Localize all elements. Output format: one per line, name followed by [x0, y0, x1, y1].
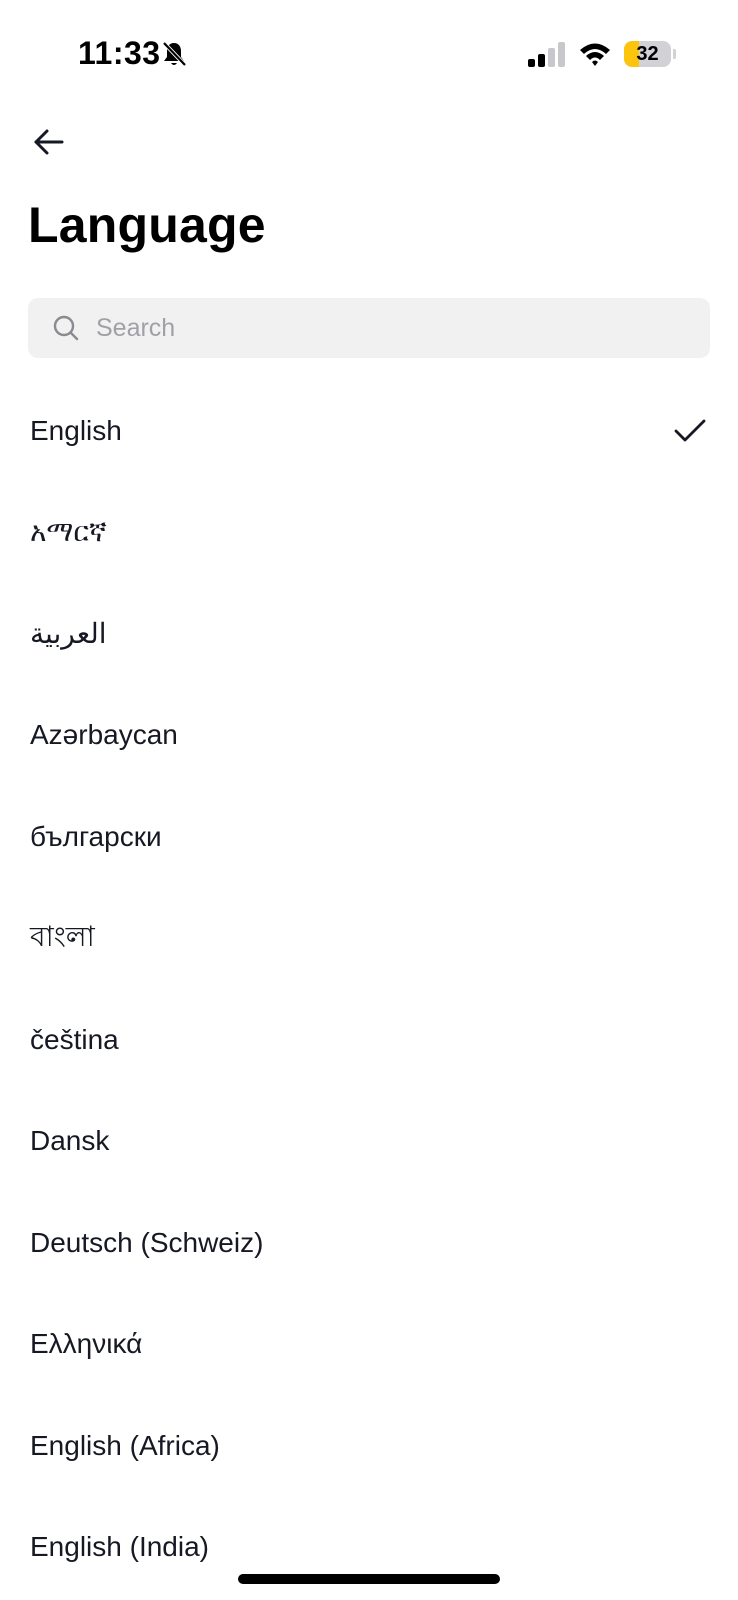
language-item-bengali[interactable]: বাংলা	[0, 888, 738, 990]
language-label: čeština	[30, 1023, 119, 1055]
battery-level: 32	[636, 43, 659, 65]
language-item-swiss-german[interactable]: Deutsch (Schweiz)	[0, 1192, 738, 1294]
search-input[interactable]	[96, 313, 676, 343]
battery-icon: 32	[624, 41, 676, 67]
home-indicator[interactable]	[238, 1574, 500, 1584]
language-label: বাংলা	[30, 920, 95, 952]
language-item-english[interactable]: English	[0, 380, 738, 482]
status-bar: 11:33 32	[0, 0, 738, 100]
language-label: አማርኛ	[30, 515, 107, 547]
page-title: Language	[28, 197, 266, 253]
bell-slash-icon	[162, 41, 187, 67]
wifi-icon	[580, 43, 610, 66]
language-label: English (Africa)	[30, 1429, 220, 1461]
arrow-left-icon	[34, 129, 64, 155]
back-button[interactable]	[26, 120, 70, 164]
search-icon	[53, 315, 79, 341]
language-label: Ελληνικά	[30, 1328, 143, 1360]
language-label: العربية	[30, 618, 107, 650]
search-bar[interactable]	[28, 298, 710, 358]
language-label: English	[30, 414, 122, 446]
language-label: English (India)	[30, 1531, 209, 1563]
language-item-arabic[interactable]: العربية	[0, 583, 738, 685]
language-label: Deutsch (Schweiz)	[30, 1226, 264, 1258]
language-item-azerbaijani[interactable]: Azərbaycan	[0, 685, 738, 787]
language-label: български	[30, 820, 162, 852]
checkmark-icon	[674, 419, 706, 442]
status-time: 11:33	[78, 35, 161, 71]
language-item-czech[interactable]: čeština	[0, 989, 738, 1091]
language-label: Dansk	[30, 1125, 110, 1157]
language-label: Azərbaycan	[30, 719, 178, 751]
language-item-danish[interactable]: Dansk	[0, 1091, 738, 1193]
signal-icon	[528, 42, 565, 67]
language-list: English አማርኛ العربية Azərbaycan българск…	[0, 380, 738, 1598]
language-item-amharic[interactable]: አማርኛ	[0, 482, 738, 584]
language-item-english-africa[interactable]: English (Africa)	[0, 1395, 738, 1497]
language-item-greek[interactable]: Ελληνικά	[0, 1294, 738, 1396]
language-item-bulgarian[interactable]: български	[0, 786, 738, 888]
